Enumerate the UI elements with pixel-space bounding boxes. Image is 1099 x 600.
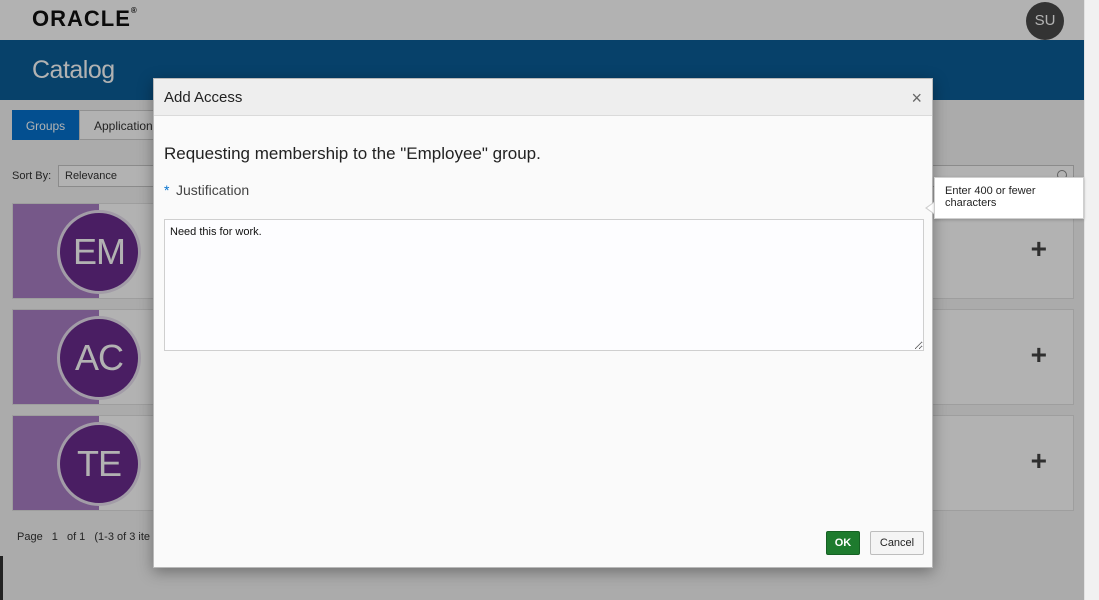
page-scrollbar[interactable] [1084,0,1099,600]
dialog-title: Add Access [164,89,243,106]
ok-button[interactable]: OK [826,531,860,555]
close-icon[interactable]: × [911,89,922,107]
cancel-button[interactable]: Cancel [870,531,924,555]
left-edge-strip [0,556,3,600]
justification-textarea[interactable]: Need this for work. [164,219,924,351]
character-limit-tooltip: Enter 400 or fewer characters [934,177,1084,219]
dialog-header: Add Access × [154,79,932,116]
justification-label: Justification [176,182,250,198]
required-indicator: * [164,182,170,198]
add-access-dialog: Add Access × Requesting membership to th… [153,78,933,568]
request-message: Requesting membership to the "Employee" … [164,144,541,163]
